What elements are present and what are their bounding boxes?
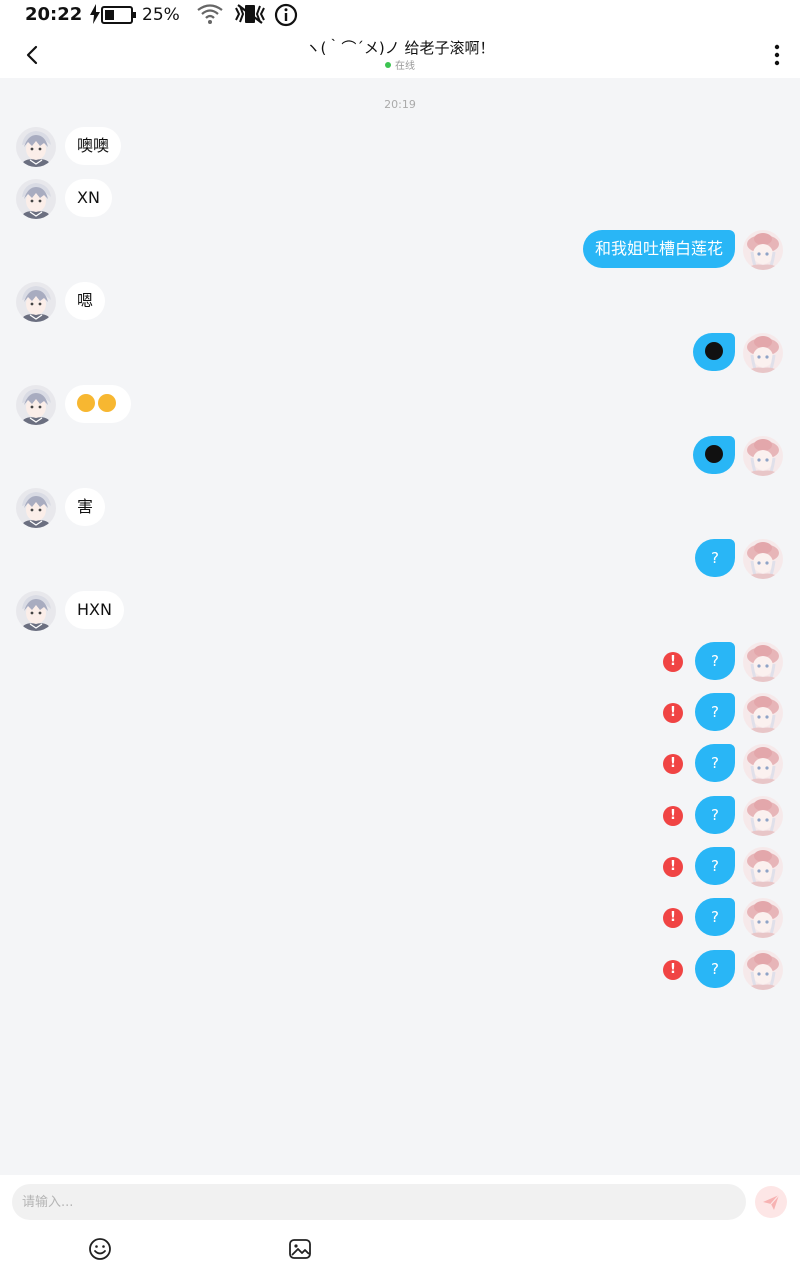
incoming-message: 害 [65,488,106,526]
online-status: 在线 [0,57,800,72]
my-avatar[interactable] [743,539,783,579]
emoji-picker-icon[interactable] [88,1237,112,1261]
incoming-message: HXN [65,591,124,629]
outgoing-emoji-message [693,333,735,371]
incoming-message: 嗯 [65,282,106,320]
wifi-icon [197,4,223,24]
chat-header: ヽ(｀⌒´メ)ノ 给老子滚啊！ 在线 [0,30,800,78]
my-avatar[interactable] [743,847,783,887]
contact-avatar[interactable] [16,591,56,631]
online-status-label: 在线 [395,61,415,72]
incoming-message: 噢噢 [65,127,122,165]
my-avatar[interactable] [743,693,783,733]
my-avatar[interactable] [743,436,783,476]
input-bar [0,1175,800,1280]
dark-face-emoji-icon [705,342,723,360]
send-failed-icon[interactable]: ! [663,703,683,723]
send-failed-icon[interactable]: ! [663,908,683,928]
outgoing-message: ? [695,693,735,731]
contact-avatar[interactable] [16,488,56,528]
more-options-icon[interactable] [766,42,788,68]
my-avatar[interactable] [743,333,783,373]
incoming-message: XN [65,179,112,217]
outgoing-message: ? [695,796,735,834]
send-icon [763,1194,780,1210]
my-avatar[interactable] [743,796,783,836]
my-avatar[interactable] [743,898,783,938]
outgoing-message: ? [695,539,735,577]
send-failed-icon[interactable]: ! [663,960,683,980]
send-button[interactable] [755,1186,787,1218]
outgoing-message: 和我姐吐槽白莲花 [582,230,735,268]
send-failed-icon[interactable]: ! [663,754,683,774]
outgoing-message: ? [695,642,735,680]
charging-icon [90,4,100,24]
status-time: 20:22 [25,4,83,25]
heart-eyes-emoji-icon [98,394,116,412]
info-icon [274,3,298,27]
chat-title: ヽ(｀⌒´メ)ノ 给老子滚啊！ [305,39,495,57]
my-avatar[interactable] [743,744,783,784]
incoming-emoji-message [65,385,131,423]
my-avatar[interactable] [743,642,783,682]
my-avatar[interactable] [743,950,783,990]
time-separator: 20:19 [384,98,416,111]
vibrate-icon [235,4,265,24]
outgoing-message: ? [695,898,735,936]
outgoing-message: ? [695,847,735,885]
image-picker-icon[interactable] [288,1237,312,1261]
heart-eyes-emoji-icon [77,394,95,412]
send-failed-icon[interactable]: ! [663,652,683,672]
status-bar: 20:22 25% [0,0,800,30]
dark-face-emoji-icon [705,445,723,463]
contact-avatar[interactable] [16,385,56,425]
send-failed-icon[interactable]: ! [663,857,683,877]
message-input[interactable] [12,1184,746,1220]
contact-avatar[interactable] [16,127,56,167]
outgoing-message: ? [695,744,735,782]
contact-avatar[interactable] [16,282,56,322]
outgoing-message: ? [695,950,735,988]
my-avatar[interactable] [743,230,783,270]
battery-percent: 25% [142,5,180,25]
online-dot [385,62,391,68]
outgoing-emoji-message [693,436,735,474]
battery-icon [101,6,136,24]
send-failed-icon[interactable]: ! [663,806,683,826]
contact-avatar[interactable] [16,179,56,219]
